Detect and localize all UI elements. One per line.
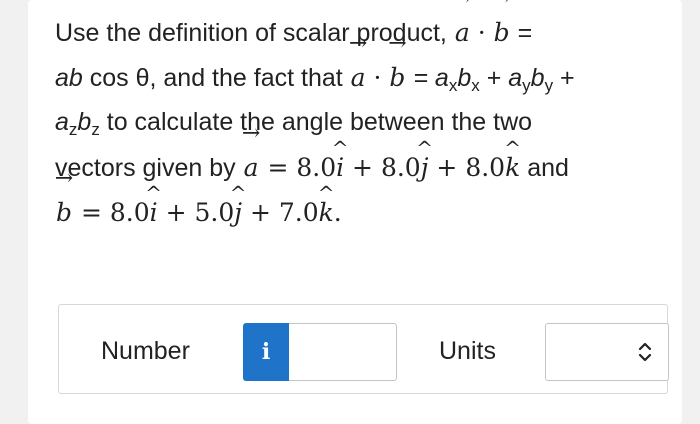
unit-vector-k: ^ k xyxy=(317,181,335,227)
question-line-3: azbz to calculate the angle between the … xyxy=(55,108,533,139)
dot-operator: · xyxy=(477,18,486,47)
arrow-icon: → xyxy=(348,31,368,56)
vector-b: →b xyxy=(54,166,74,228)
number-label: Number xyxy=(101,337,190,365)
question-line-2: ab cos θ, and the fact that → a · → b = ax… xyxy=(55,31,660,100)
unit-vector-j: ^ j xyxy=(416,136,433,182)
dot-operator: · xyxy=(373,63,382,92)
answer-row: Number i Units xyxy=(58,304,669,394)
vector-a: →a xyxy=(453,0,471,55)
arrow-icon: → xyxy=(453,0,471,10)
chevron-updown-icon xyxy=(638,342,652,362)
info-icon: i xyxy=(261,339,271,365)
info-button[interactable]: i xyxy=(243,323,289,381)
vector-b: →b xyxy=(388,31,407,93)
unit-vector-i: ^ i xyxy=(145,181,163,227)
unit-vector-i: ^ i xyxy=(331,136,349,182)
equals-sign: = xyxy=(517,19,533,47)
vector-a: →a xyxy=(348,31,368,93)
unit-vector-k: ^ k xyxy=(504,136,522,182)
arrow-icon: → xyxy=(388,31,407,56)
vector-b: →b xyxy=(492,0,510,55)
units-select[interactable] xyxy=(545,323,669,381)
arrow-icon: → xyxy=(54,166,74,191)
question-line-5: → b = 8.0 ^ i + 5.0 ^ j + 7.0 ^ k. xyxy=(54,166,660,235)
question-text: Use the definition of scalar product, →a… xyxy=(54,0,660,235)
ab-term: ab xyxy=(55,64,83,92)
units-label: Units xyxy=(439,337,496,365)
question-card: Use the definition of scalar product, →a… xyxy=(28,0,682,424)
number-input[interactable] xyxy=(289,323,397,381)
arrow-icon: → xyxy=(241,121,261,146)
arrow-icon: → xyxy=(492,0,510,10)
unit-vector-j: ^ j xyxy=(229,181,247,227)
